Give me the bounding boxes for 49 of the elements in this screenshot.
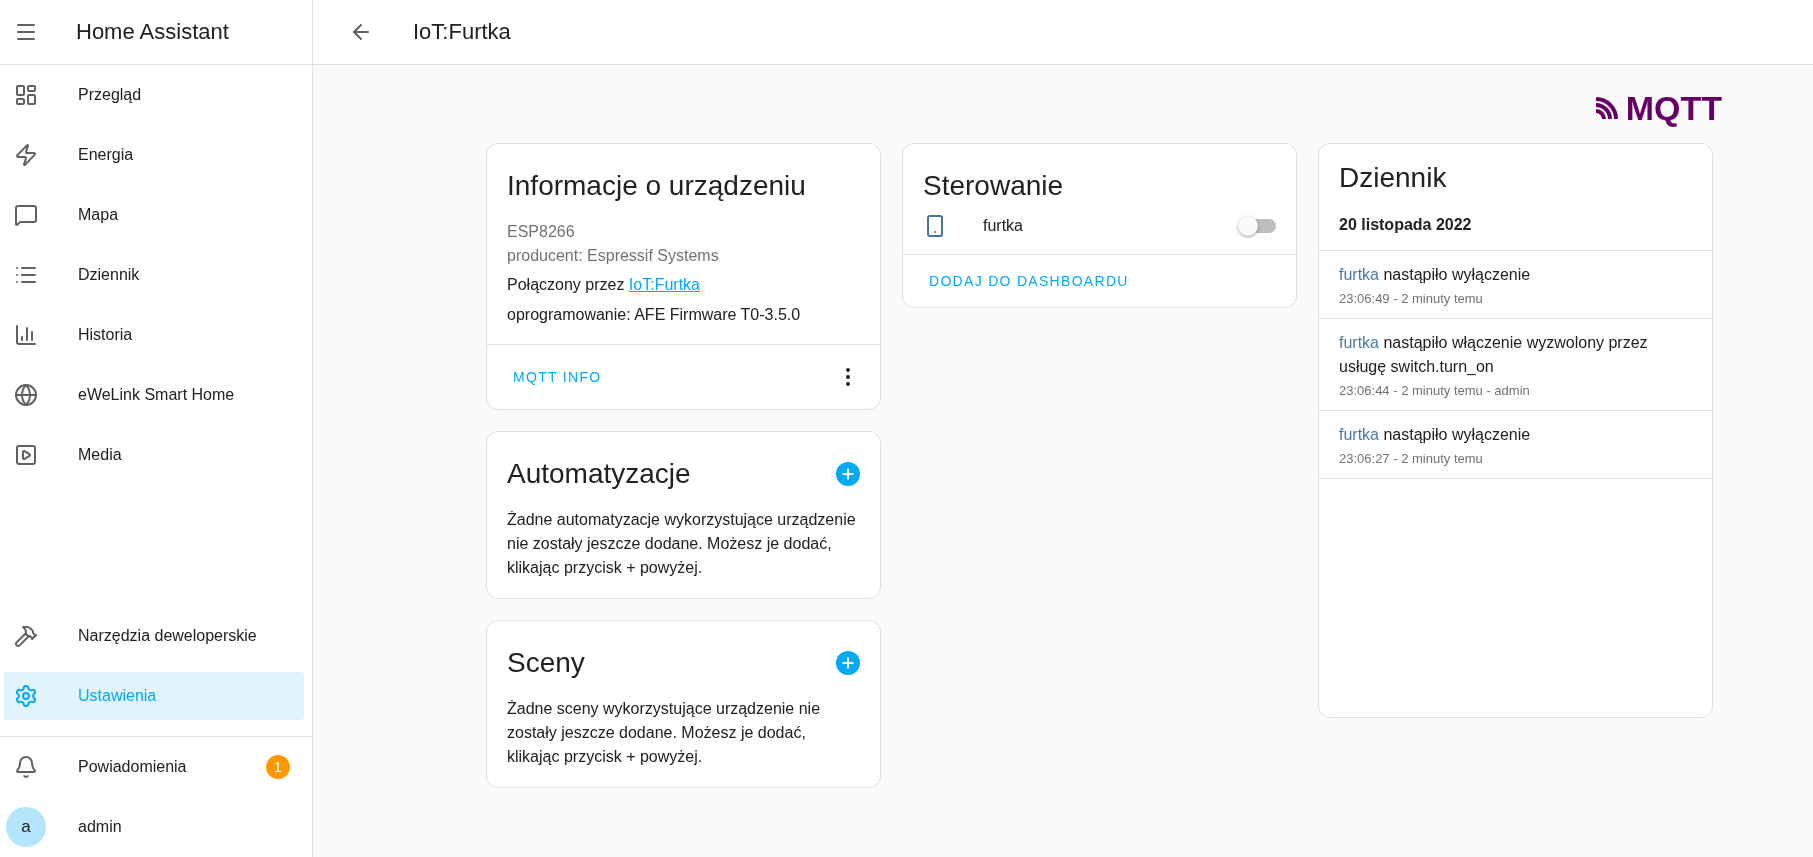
bar-chart-icon [14,323,38,347]
sidebar-item[interactable]: Narzędzia deweloperskie [4,612,304,660]
play-icon [14,443,38,467]
hammer-icon [14,624,38,648]
logbook-date: 20 listopada 2022 [1319,212,1712,251]
logbook-entry-text: furtka nastąpiło wyłączenie [1339,265,1532,285]
sidebar-item[interactable]: Media [4,431,304,479]
sidebar-item[interactable]: Dziennik [4,251,304,299]
bell-icon [14,755,38,779]
card-title: Automatyzacje [507,458,691,490]
sidebar-item[interactable]: eWeLink Smart Home [4,371,304,419]
page-title: IoT:Furtka [413,19,511,45]
user-item[interactable]: a admin [4,803,304,851]
lightning-icon [14,143,38,167]
app-title: Home Assistant [76,19,229,45]
sidebar-item[interactable]: Mapa [4,191,304,239]
sidebar-item[interactable]: Energia [4,131,304,179]
sidebar-item[interactable]: Przegląd [4,71,304,119]
settings-icon [14,684,38,708]
empty-text: Żadne sceny wykorzystujące urządzenie nie zostały jeszcze dodane. Możesz je dodać, klikając przycisk + powyżej. [506,699,822,767]
logbook-entry-text: furtka nastąpiło włączenie wyzwolony przez usługę switch.turn_on [1339,333,1649,377]
globe-icon [14,383,38,407]
card-title: Informacje o urządzeniu [507,170,806,202]
add-button[interactable] [836,651,860,675]
dashboard-icon [14,83,38,107]
mqtt-logo: MQTT [1593,83,1722,133]
device-model: ESP8266 [506,222,576,242]
entity-name: furtka [983,217,1023,235]
connected-via-text: Połączony przez IoT:Furtka [506,275,701,295]
user-name: admin [78,818,122,836]
plus-icon [840,466,856,482]
card-title: Sterowanie [923,170,1064,202]
logbook-entry-text: furtka nastąpiło wyłączenie [1339,425,1532,445]
user-avatar: a [6,807,46,847]
device-manufacturer: producent: Espressif Systems [506,246,720,266]
logbook-entry-time: 23:06:49 - 2 minuty temu [1339,291,1484,306]
logbook-entry-time: 23:06:44 - 2 minuty temu - admin [1339,383,1531,398]
notifications-item[interactable]: Powiadomienia 1 [4,743,304,791]
empty-text: Żadne automatyzacje wykorzystujące urządzenie nie zostały jeszcze dodane. Możesz je dodać, klikając przycisk + powyżej. [506,510,857,578]
card-title: Sceny [507,647,585,679]
notification-count: 1 [266,755,290,779]
toggle-switch[interactable] [1240,219,1276,233]
notifications-label: Powiadomienia [78,758,187,776]
firmware-text: oprogramowanie: AFE Firmware T0-3.5.0 [506,305,802,325]
logbook-entry-time: 23:06:27 - 2 minuty temu [1339,451,1484,466]
add-button[interactable] [836,462,860,486]
sidebar-item[interactable]: Historia [4,311,304,359]
plus-icon [840,655,856,671]
card-title: Dziennik [1339,162,1447,194]
